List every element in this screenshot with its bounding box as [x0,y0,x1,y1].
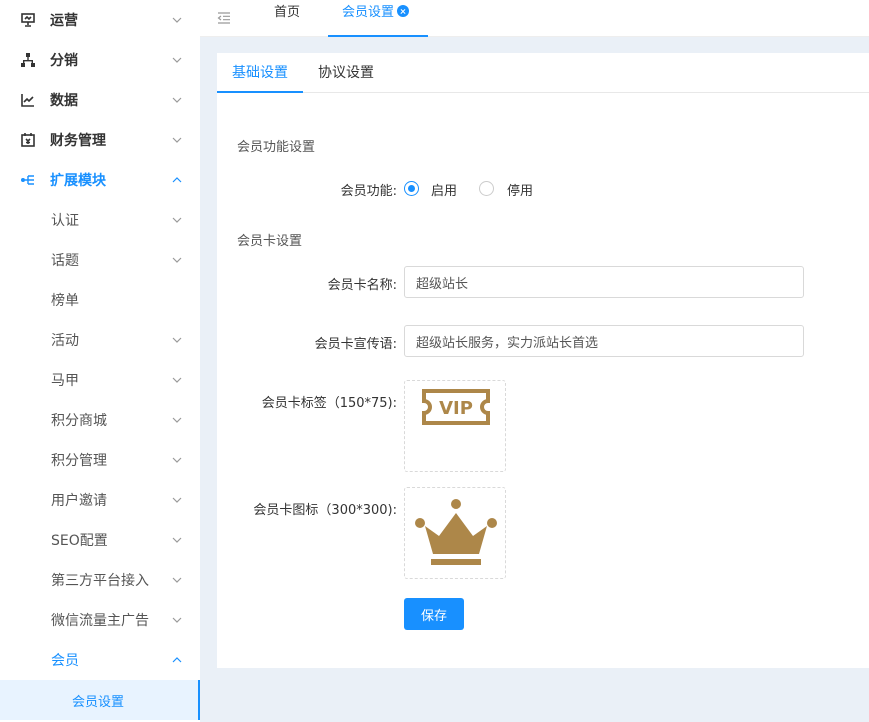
vip-ticket-text: VIP [439,398,473,419]
sidebar-subitem-seo[interactable]: SEO配置 [0,520,200,560]
chevron-down-icon [172,337,182,343]
section-title-member-card: 会员卡设置 [237,234,303,249]
close-icon[interactable] [397,5,410,17]
sidebar-subitem-ranking[interactable]: 榜单 [0,280,200,320]
chevron-up-icon [172,177,182,183]
radio-enable-label[interactable]: 启用 [431,180,457,199]
chevron-down-icon [172,137,182,143]
sidebar-item-label: 分销 [50,53,78,69]
chevron-down-icon [172,617,182,623]
sidebar-subitem-certification[interactable]: 认证 [0,200,200,240]
chevron-down-icon [172,497,182,503]
vip-ticket-icon: VIP [422,389,490,425]
sidebar-item-finance[interactable]: 财务管理 [0,120,200,160]
chevron-down-icon [172,57,182,63]
hierarchy-icon [21,53,35,67]
sidebar-subitem-points-mall[interactable]: 积分商城 [0,400,200,440]
sidebar-subitem-label: 积分商城 [51,413,107,429]
chevron-down-icon [172,377,182,383]
tab-agreement-settings[interactable]: 协议设置 [318,53,374,93]
radio-disable[interactable] [479,181,494,196]
sidebar-item-label: 运营 [50,13,78,29]
sidebar-subitem-membership[interactable]: 会员 [0,640,200,680]
finance-icon [21,133,35,147]
presentation-icon [21,13,35,27]
sidebar-subitem-topics[interactable]: 话题 [0,240,200,280]
sidebar-item-extension[interactable]: 扩展模块 [0,160,200,200]
line-chart-icon [21,94,34,107]
tab-member-settings-label: 会员设置 [342,5,395,20]
sidebar-item-label: 扩展模块 [50,173,106,189]
tab-member-settings[interactable]: 会员设置 [328,0,428,37]
card-name-input[interactable] [404,266,804,298]
chevron-down-icon [172,577,182,583]
collapse-menu-icon[interactable] [217,12,231,24]
radio-enable[interactable] [404,181,419,196]
card-tag-label: 会员卡标签（150*75): [261,396,397,411]
sidebar-subitem-label: 马甲 [51,373,79,389]
card-name-label: 会员卡名称: [327,278,397,293]
sidebar-subitem-label: 微信流量主广告 [51,613,149,629]
chevron-down-icon [172,217,182,223]
member-function-label: 会员功能: [340,184,397,199]
sidebar-item-distribution[interactable]: 分销 [0,40,200,80]
card-icon-label: 会员卡图标（300*300): [253,503,397,518]
sidebar-subitem-user-invite[interactable]: 用户邀请 [0,480,200,520]
tab-basic-settings[interactable]: 基础设置 [217,53,303,93]
chevron-down-icon [172,537,182,543]
sidebar-subitem-label: 用户邀请 [51,493,107,509]
sidebar-item-label: 数据 [50,93,78,109]
sidebar-subitem-activities[interactable]: 活动 [0,320,200,360]
sidebar-subitem-vest[interactable]: 马甲 [0,360,200,400]
section-title-member-function: 会员功能设置 [237,140,316,155]
tab-home[interactable]: 首页 [274,0,300,37]
sidebar-leaf-member-settings[interactable]: 会员设置 [0,680,200,720]
save-button[interactable]: 保存 [404,598,464,630]
sidebar-subitem-label: SEO配置 [51,533,108,549]
card-slogan-label: 会员卡宣传语: [314,337,397,352]
sidebar: 运营 分销 数据 财务管理 扩展模块 认证 话题 榜单 活动 马甲 积分商城 积… [0,0,200,722]
crown-icon [415,499,497,565]
sidebar-subitem-third-party[interactable]: 第三方平台接入 [0,560,200,600]
sidebar-subitem-wechat-ads[interactable]: 微信流量主广告 [0,600,200,640]
card-icon-upload[interactable] [404,487,506,579]
sidebar-subitem-label: 会员 [51,653,79,669]
card-tag-upload[interactable]: VIP [404,380,506,472]
sidebar-subitem-label: 榜单 [51,293,79,309]
sidebar-leaf-label: 会员设置 [72,694,125,710]
sidebar-subitem-label: 认证 [51,213,79,229]
chevron-down-icon [172,97,182,103]
chevron-down-icon [172,457,182,463]
sidebar-subitem-label: 话题 [51,253,79,269]
extension-icon [21,175,34,185]
card-slogan-input[interactable] [404,325,804,357]
sidebar-subitem-label: 积分管理 [51,453,107,469]
sidebar-subitem-label: 第三方平台接入 [51,573,149,589]
sidebar-subitem-points-management[interactable]: 积分管理 [0,440,200,480]
panel-tabs: 基础设置 协议设置 [217,53,869,93]
sidebar-item-label: 财务管理 [50,133,106,149]
radio-disable-label[interactable]: 停用 [507,180,533,199]
settings-panel: 基础设置 协议设置 会员功能设置 会员功能: 启用 停用 会员卡设置 会员卡名称… [217,53,869,668]
sidebar-item-data[interactable]: 数据 [0,80,200,120]
chevron-down-icon [172,257,182,263]
sidebar-item-operations[interactable]: 运营 [0,0,200,40]
top-tab-bar: 首页 会员设置 [200,0,869,37]
chevron-up-icon [172,657,182,663]
sidebar-subitem-label: 活动 [51,333,79,349]
chevron-down-icon [172,417,182,423]
chevron-down-icon [172,17,182,23]
